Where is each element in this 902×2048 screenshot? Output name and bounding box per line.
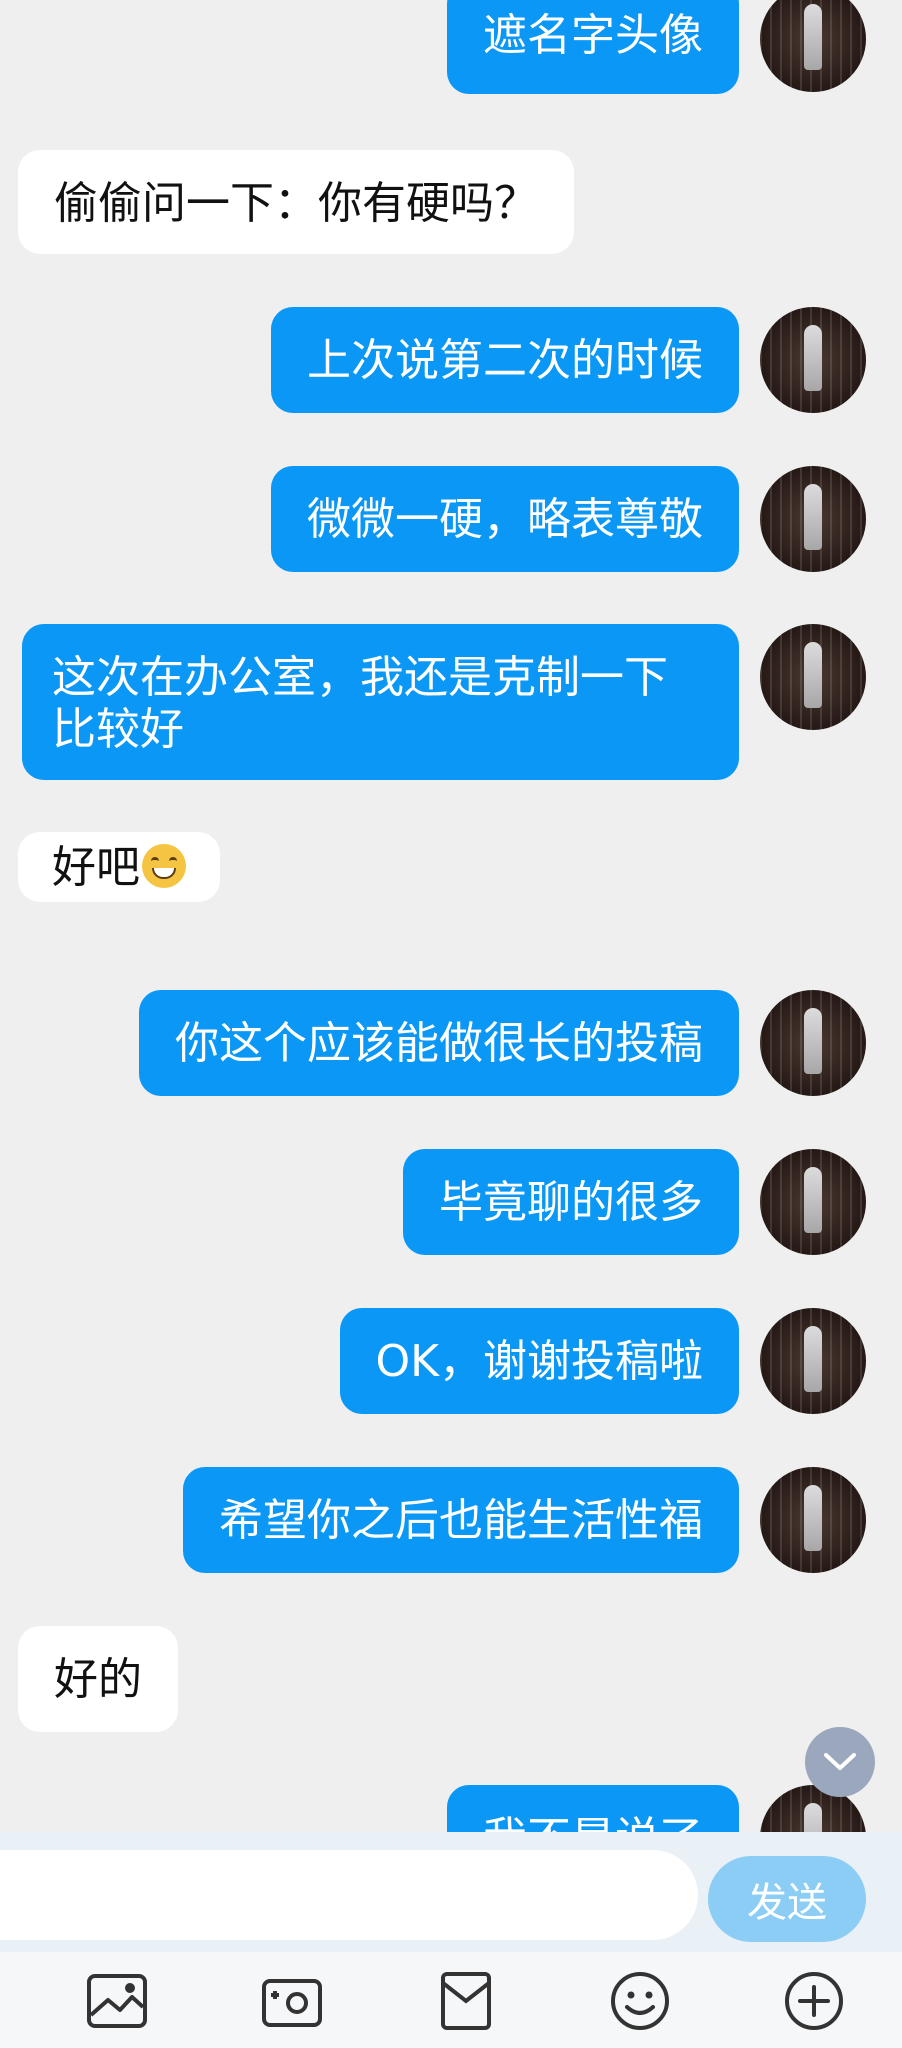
red-packet-icon [441, 1972, 491, 2030]
composer-toolbar [0, 1952, 902, 2048]
chat-screen: 遮名字头像 偷偷问一下：你有硬吗？ 上次说第二次的时候 微微一硬，略表尊敬 这次… [0, 0, 902, 2048]
avatar[interactable] [760, 990, 866, 1096]
chevron-down-icon [824, 1753, 856, 1770]
message-bubble-outgoing[interactable]: 毕竟聊的很多 [403, 1149, 739, 1255]
message-bubble-outgoing[interactable]: 希望你之后也能生活性福 [183, 1467, 739, 1573]
message-bubble-outgoing[interactable]: 遮名字头像 [447, 0, 739, 94]
image-icon [87, 1974, 147, 2028]
avatar[interactable] [760, 0, 866, 92]
grinning-face-icon [142, 844, 186, 888]
composer: 发送 [0, 1832, 902, 1952]
avatar[interactable] [760, 307, 866, 413]
scroll-to-bottom-button[interactable] [805, 1727, 875, 1797]
plus-button[interactable] [781, 1970, 847, 2032]
avatar[interactable] [760, 624, 866, 730]
avatar[interactable] [760, 1149, 866, 1255]
avatar[interactable] [760, 1308, 866, 1414]
emoji-button[interactable] [607, 1970, 673, 2032]
message-bubble-outgoing[interactable]: OK，谢谢投稿啦 [339, 1308, 739, 1414]
message-input[interactable] [0, 1850, 698, 1940]
emoji-icon [611, 1972, 669, 2030]
message-list[interactable]: 遮名字头像 偷偷问一下：你有硬吗？ 上次说第二次的时候 微微一硬，略表尊敬 这次… [0, 0, 902, 1832]
image-button[interactable] [84, 1970, 150, 2032]
camera-button[interactable] [259, 1970, 325, 2032]
message-bubble-outgoing[interactable]: 这次在办公室，我还是克制一下比较好 [22, 624, 739, 780]
message-text: 好吧 [52, 842, 140, 893]
message-bubble-incoming[interactable]: 偷偷问一下：你有硬吗？ [18, 150, 574, 254]
message-bubble-outgoing[interactable]: 上次说第二次的时候 [271, 307, 739, 413]
plus-icon [785, 1972, 843, 2030]
send-button[interactable]: 发送 [708, 1856, 866, 1942]
red-packet-button[interactable] [433, 1970, 499, 2032]
avatar[interactable] [760, 466, 866, 572]
message-bubble-incoming[interactable]: 好吧 [18, 832, 220, 902]
message-bubble-outgoing[interactable]: 你这个应该能做很长的投稿 [139, 990, 739, 1096]
message-bubble-outgoing[interactable]: 我不是说了 [447, 1785, 739, 1832]
avatar[interactable] [760, 1467, 866, 1573]
camera-icon [262, 1979, 322, 2027]
message-bubble-incoming[interactable]: 好的 [18, 1626, 178, 1732]
message-bubble-outgoing[interactable]: 微微一硬，略表尊敬 [271, 466, 739, 572]
